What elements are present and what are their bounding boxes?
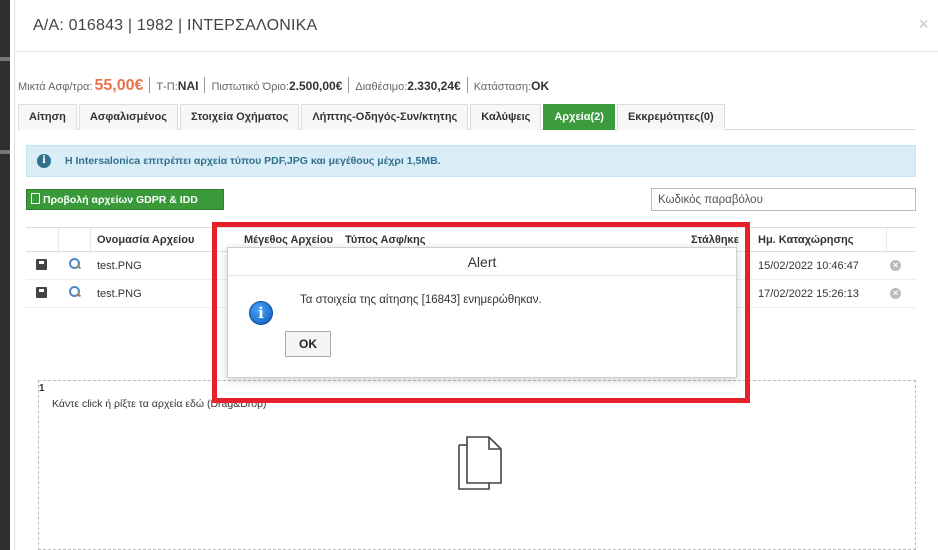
- tab-files[interactable]: Αρχεία(2): [543, 104, 615, 130]
- info-text: Η Intersalonica επιτρέπει αρχεία τύπου P…: [65, 155, 441, 167]
- tp-label: Τ-Π:: [156, 81, 178, 93]
- info-alert: i Η Intersalonica επιτρέπει αρχεία τύπου…: [26, 145, 916, 177]
- header-file-name: Ονομασία Αρχείου: [97, 234, 195, 246]
- tab-driver[interactable]: Λήπτης-Οδηγός-Συν/κτητης: [301, 104, 469, 130]
- remove-icon[interactable]: ×: [890, 288, 901, 299]
- status-value: OK: [531, 79, 550, 93]
- tab-bar: Αίτηση Ασφαλισμένος Στοιχεία Οχήματος Λή…: [18, 104, 916, 130]
- remove-icon[interactable]: ×: [890, 260, 901, 271]
- gdpr-documents-label: Προβολή αρχείων GDPR & IDD: [43, 194, 198, 206]
- summary-divider: [466, 77, 468, 93]
- preview-icon[interactable]: [69, 286, 81, 298]
- tab-pending[interactable]: Εκκρεμότητες(0): [616, 104, 725, 130]
- summary-divider: [149, 77, 151, 93]
- file-name: test.PNG: [97, 288, 142, 300]
- dropzone-number: 1: [39, 383, 45, 394]
- page: Α/Α: 016843 | 1982 | ΙΝΤΕΡΣΑΛΟΝΙΚΑ × Μικ…: [0, 0, 938, 550]
- preview-icon[interactable]: [69, 258, 81, 270]
- tab-insured[interactable]: Ασφαλισμένος: [78, 104, 178, 130]
- alert-dialog: Alert i Τα στοιχεία της αίτησης [16843] …: [227, 247, 737, 378]
- credit-label: Πιστωτικό Όριο:: [211, 81, 289, 93]
- header-contract-type: Τύπος Ασφ/κης: [345, 234, 426, 246]
- tab-coverages[interactable]: Καλύψεις: [470, 104, 542, 130]
- alert-title: Alert: [228, 248, 736, 276]
- file-date: 17/02/2022 15:26:13: [758, 288, 859, 300]
- credit-value: 2.500,00€: [288, 79, 343, 93]
- tp-value: ΝΑΙ: [177, 79, 199, 93]
- file-date: 15/02/2022 10:46:47: [758, 260, 859, 272]
- file-dropzone[interactable]: 1 Κάντε click ή ρίξτε τα αρχεία εδώ (Dra…: [38, 380, 916, 550]
- background-window-mark: [0, 150, 10, 154]
- download-icon[interactable]: [36, 259, 47, 270]
- premium-label: Μικτά Ασφ/τρα:: [18, 81, 93, 93]
- documents-icon: [458, 436, 502, 490]
- summary-divider: [204, 77, 206, 93]
- info-icon: i: [249, 301, 273, 325]
- modal-header: Α/Α: 016843 | 1982 | ΙΝΤΕΡΣΑΛΟΝΙΚΑ ×: [15, 0, 938, 52]
- ok-button[interactable]: OK: [285, 331, 331, 357]
- column-divider: [90, 228, 91, 253]
- summary-divider: [348, 77, 350, 93]
- pdf-icon: [31, 193, 40, 204]
- column-divider: [215, 228, 216, 253]
- header-sent: Στάλθηκε: [691, 234, 739, 246]
- available-value: 2.330,24€: [407, 79, 461, 93]
- background-window-mark: [0, 57, 10, 61]
- alert-message: Τα στοιχεία της αίτησης [16843] ενημερώθ…: [300, 294, 542, 306]
- fee-code-input[interactable]: [651, 188, 916, 211]
- file-name: test.PNG: [97, 260, 142, 272]
- column-divider: [886, 228, 887, 253]
- available-label: Διαθέσιμο:: [355, 81, 408, 93]
- header-file-size: Μέγεθος Αρχείου: [244, 234, 333, 246]
- header-date: Ημ. Καταχώρησης: [758, 234, 854, 246]
- tab-vehicle[interactable]: Στοιχεία Οχήματος: [179, 104, 300, 130]
- tab-application[interactable]: Αίτηση: [18, 104, 77, 130]
- close-icon[interactable]: ×: [918, 14, 929, 35]
- premium-value: 55,00€: [94, 77, 144, 94]
- modal-title: Α/Α: 016843 | 1982 | ΙΝΤΕΡΣΑΛΟΝΙΚΑ: [33, 17, 318, 34]
- gdpr-documents-button[interactable]: Προβολή αρχείων GDPR & IDD: [26, 189, 224, 210]
- status-label: Κατάσταση:: [473, 81, 532, 93]
- dropzone-text: Κάντε click ή ρίξτε τα αρχεία εδώ (Drag&…: [52, 398, 267, 410]
- column-divider: [58, 228, 59, 253]
- background-window-edge: [0, 0, 10, 550]
- info-icon: i: [37, 154, 51, 168]
- account-summary: Μικτά Ασφ/τρα: 55,00€ Τ-Π: ΝΑΙ Πιστωτικό…: [18, 74, 549, 95]
- download-icon[interactable]: [36, 287, 47, 298]
